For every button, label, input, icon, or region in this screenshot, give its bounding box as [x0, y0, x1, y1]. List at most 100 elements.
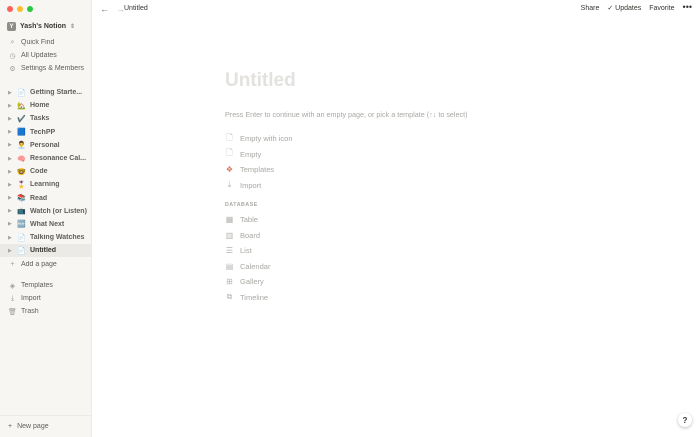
- sidebar-item-label: Learning: [30, 181, 60, 189]
- timeline-icon: ⧉: [226, 292, 233, 302]
- sidebar-item-quick-find[interactable]: ⌕ Quick Find: [0, 36, 91, 49]
- sidebar-item-label: Resonance Cal...: [30, 155, 87, 163]
- more-options-icon[interactable]: •••: [683, 2, 692, 12]
- add-page-button[interactable]: + Add a page: [0, 257, 91, 270]
- sidebar-item-label: Code: [30, 168, 48, 176]
- expand-triangle-icon[interactable]: ▶: [8, 208, 13, 214]
- new-page-button[interactable]: + New page: [0, 415, 91, 437]
- sidebar-item-label: Quick Find: [21, 39, 55, 47]
- breadcrumb[interactable]: Untitled: [124, 5, 148, 12]
- close-window-button[interactable]: [7, 6, 13, 12]
- sidebar-item-page[interactable]: ▶ ✔️ Tasks: [0, 112, 91, 125]
- option-board[interactable]: ▥ Board: [225, 228, 665, 244]
- option-label: Calendar: [240, 261, 271, 271]
- list-icon: ☰: [225, 246, 234, 256]
- sidebar-item-settings[interactable]: ⚙ Settings & Members: [0, 62, 91, 75]
- expand-triangle-icon[interactable]: ▶: [8, 169, 13, 175]
- zoom-window-button[interactable]: [27, 6, 33, 12]
- chevron-updown-icon: ⇕: [70, 24, 76, 30]
- sidebar-item-page[interactable]: ▶ 👨‍💼 Personal: [0, 139, 91, 152]
- sidebar-item-label: All Updates: [21, 52, 57, 60]
- sidebar-item-label: Watch (or Listen): [30, 207, 87, 215]
- sidebar-item-import[interactable]: ⤓ Import: [0, 292, 91, 305]
- option-calendar[interactable]: ▤ Calendar: [225, 259, 665, 275]
- option-label: Empty: [240, 149, 262, 159]
- workspace-switcher[interactable]: Y Yash's Notion ⇕: [7, 22, 75, 31]
- expand-triangle-icon[interactable]: ▶: [8, 221, 13, 227]
- option-list[interactable]: ☰ List: [225, 243, 665, 259]
- sidebar-item-page-active[interactable]: ▶ 📄 Untitled: [0, 244, 91, 258]
- option-label: Import: [240, 180, 262, 190]
- sidebar-item-label: Trash: [21, 308, 39, 316]
- page-emoji-icon: 📄: [17, 89, 26, 97]
- sidebar-item-page[interactable]: ▶ 📚 Read: [0, 192, 91, 205]
- expand-triangle-icon[interactable]: ▶: [8, 116, 13, 122]
- option-import[interactable]: ⤓ Import: [225, 178, 665, 194]
- topbar-actions: Share ✓ Updates Favorite •••: [581, 2, 692, 12]
- sidebar-item-label: What Next: [30, 220, 65, 228]
- gallery-icon: ⊞: [226, 277, 233, 287]
- page-emoji-icon: 📄: [17, 247, 26, 255]
- plus-icon: +: [8, 423, 13, 430]
- updates-button[interactable]: ✓ Updates: [607, 4, 641, 12]
- sidebar-item-page[interactable]: ▶ 📺 Watch (or Listen): [0, 205, 91, 218]
- sidebar-item-label: Settings & Members: [21, 65, 85, 73]
- sidebar-item-page[interactable]: ▶ 🧠 Resonance Cal...: [0, 152, 91, 165]
- expand-triangle-icon[interactable]: ▶: [8, 90, 13, 96]
- check-icon: ✓: [607, 5, 616, 12]
- sidebar-item-label: Home: [30, 102, 50, 110]
- expand-triangle-icon[interactable]: ▶: [8, 103, 13, 109]
- option-label: Board: [240, 230, 261, 240]
- expand-triangle-icon[interactable]: ▶: [8, 156, 13, 162]
- sidebar-item-label: Talking Watches: [30, 234, 85, 242]
- page-emoji-icon: 🟦: [17, 129, 26, 137]
- sidebar-item-trash[interactable]: 🗑 Trash: [0, 305, 91, 318]
- import-icon: ⤓: [10, 294, 15, 302]
- page-icon: 🗋: [226, 132, 233, 142]
- help-button[interactable]: ?: [678, 413, 692, 427]
- back-arrow-icon[interactable]: ←: [100, 4, 109, 14]
- trash-icon: 🗑: [8, 308, 17, 316]
- option-timeline[interactable]: ⧉ Timeline: [225, 290, 665, 306]
- sidebar-item-page[interactable]: ▶ 🆕 What Next: [0, 218, 91, 231]
- page-title-input[interactable]: Untitled: [225, 70, 665, 98]
- page-emoji-icon: 🧠: [17, 155, 26, 163]
- option-gallery[interactable]: ⊞ Gallery: [225, 274, 665, 290]
- page-icon: 🗋: [226, 148, 233, 158]
- calendar-icon: ▤: [225, 261, 234, 271]
- sidebar-item-page[interactable]: ▶ 📄 Talking Watches: [0, 231, 91, 244]
- option-empty[interactable]: 🗋 Empty: [225, 147, 665, 163]
- expand-triangle-icon[interactable]: ▶: [8, 129, 13, 135]
- page-body: Untitled Press Enter to continue with an…: [225, 70, 665, 305]
- page-emoji-icon: 📺: [17, 208, 26, 216]
- favorite-button[interactable]: Favorite: [649, 5, 674, 12]
- table-icon: ▦: [225, 215, 234, 225]
- expand-triangle-icon[interactable]: ▶: [8, 142, 13, 148]
- share-button[interactable]: Share: [581, 5, 600, 12]
- sidebar-item-page[interactable]: ▶ 📄 Getting Starte...: [0, 86, 91, 99]
- navigation-arrows: ← →: [100, 4, 125, 14]
- option-templates[interactable]: ❖ Templates: [225, 162, 665, 178]
- sidebar-item-label: Untitled: [30, 247, 57, 255]
- sidebar-item-page[interactable]: ▶ 🤓 Code: [0, 165, 91, 178]
- option-label: Table: [240, 215, 258, 225]
- expand-triangle-icon[interactable]: ▶: [8, 235, 13, 241]
- option-empty-with-icon[interactable]: 🗋 Empty with icon: [225, 131, 665, 147]
- option-label: Timeline: [240, 292, 269, 302]
- expand-triangle-icon[interactable]: ▶: [8, 195, 13, 201]
- sidebar: Y Yash's Notion ⇕ ⌕ Quick Find ◷ All Upd…: [0, 0, 92, 437]
- sidebar-item-all-updates[interactable]: ◷ All Updates: [0, 49, 91, 62]
- option-table[interactable]: ▦ Table: [225, 212, 665, 228]
- search-icon: ⌕: [10, 38, 15, 46]
- expand-triangle-icon[interactable]: ▶: [8, 248, 13, 254]
- sidebar-item-page[interactable]: ▶ 🏡 Home: [0, 99, 91, 112]
- sidebar-item-templates[interactable]: ◈ Templates: [0, 279, 91, 292]
- expand-triangle-icon[interactable]: ▶: [8, 182, 13, 188]
- sidebar-item-page[interactable]: ▶ 🟦 TechPP: [0, 126, 91, 139]
- templates-icon: ◈: [9, 282, 16, 290]
- sidebar-page-tree: ▶ 📄 Getting Starte... ▶ 🏡 Home ▶ ✔️ Tasks ▶ 🟦 Te…: [0, 86, 91, 271]
- add-page-label: Add a page: [21, 260, 57, 268]
- database-heading: DATABASE: [225, 202, 258, 208]
- sidebar-item-page[interactable]: ▶ 🎖️ Learning: [0, 178, 91, 191]
- minimize-window-button[interactable]: [17, 6, 23, 12]
